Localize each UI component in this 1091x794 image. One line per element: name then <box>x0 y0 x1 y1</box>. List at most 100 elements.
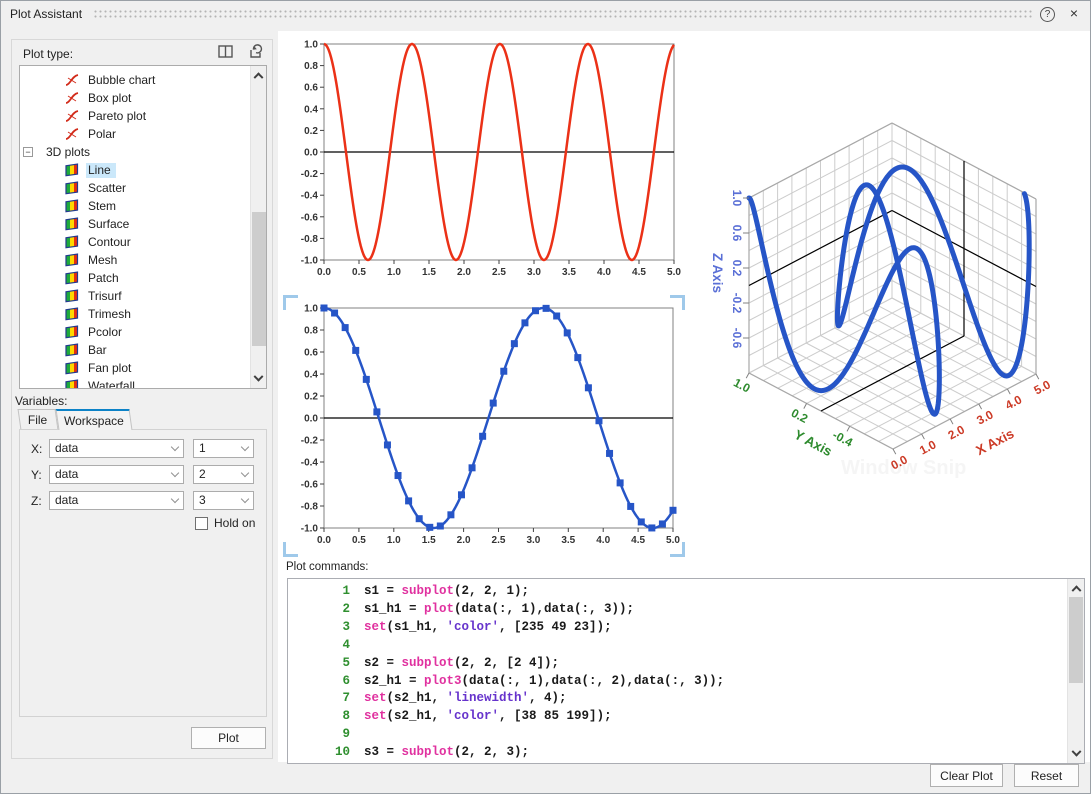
tree-item-label: Line <box>86 163 116 178</box>
code-line-2: 2s1_h1 = plot(data(:, 1),data(:, 3)); <box>288 602 1058 620</box>
x-axis-label: X Axis <box>973 426 1016 458</box>
subplot3-blue-line-chart[interactable]: 1.00.80.60.40.20.0-0.2-0.4-0.6-0.8-1.00.… <box>285 294 689 548</box>
plot2d-icon <box>64 90 80 106</box>
y-tick-label: -1.0 <box>301 256 319 267</box>
z-column-select[interactable]: 3 <box>193 491 254 510</box>
s2_h1-3d-curve <box>749 167 1029 414</box>
data-marker <box>469 464 476 471</box>
tree-scrollbar-thumb[interactable] <box>252 212 266 346</box>
data-marker <box>553 312 560 319</box>
code-line-6: 6s2_h1 = plot3(data(:, 1),data(:, 2),dat… <box>288 674 1058 692</box>
plot-assistant-dialog: Plot Assistant ? × Plot type: Bubble cha… <box>0 0 1091 794</box>
tree-item-label: Scatter <box>86 181 131 196</box>
y-variable-select[interactable]: data <box>49 465 184 484</box>
tree-item-box-plot[interactable]: Box plot <box>20 89 248 107</box>
tree-item-polar[interactable]: Polar <box>20 125 248 143</box>
tree-item-scatter[interactable]: Scatter <box>20 179 248 197</box>
z-tick-label: 1.0 <box>730 190 744 207</box>
plot3d-icon <box>64 342 80 358</box>
reset-view-icon[interactable] <box>247 43 265 61</box>
subplot1-red-line-chart[interactable]: 1.00.80.60.40.20.0-0.2-0.4-0.6-0.8-1.00.… <box>287 33 691 285</box>
code-scroll-up-icon[interactable] <box>1068 579 1084 596</box>
selection-bracket-top-left <box>283 295 298 310</box>
tree-item-pcolor[interactable]: Pcolor <box>20 323 248 341</box>
x-tick-label: 3.5 <box>561 535 575 546</box>
plot2d-icon <box>64 72 80 88</box>
data-marker <box>384 441 391 448</box>
reset-button[interactable]: Reset <box>1014 764 1079 787</box>
close-icon[interactable]: × <box>1065 4 1083 22</box>
y-tick-label: 0.6 <box>304 83 318 94</box>
subplot2-3d-line-chart[interactable]: 0.01.02.03.04.05.01.00.2-0.41.00.60.2-0.… <box>689 56 1091 501</box>
tree-item-label: Mesh <box>86 253 122 268</box>
tree-scrollbar[interactable] <box>250 66 266 388</box>
z-variable-select[interactable]: data <box>49 491 184 510</box>
x-variable-select[interactable]: data <box>49 439 184 458</box>
tree-item-label: Pcolor <box>86 325 127 340</box>
plot-commands-editor[interactable]: 1s1 = subplot(2, 2, 1);2s1_h1 = plot(dat… <box>287 578 1085 764</box>
help-icon[interactable]: ? <box>1040 7 1055 22</box>
x-tick-label: 3.0 <box>974 407 996 427</box>
tab-file[interactable]: File <box>18 409 59 430</box>
hold-on-checkbox[interactable] <box>195 517 208 530</box>
data-marker <box>363 376 370 383</box>
code-text: set(s2_h1, 'color', [38 85 199]); <box>364 709 612 723</box>
y-tick-label: 1.0 <box>304 40 318 51</box>
line-number: 2 <box>288 602 350 616</box>
tree-item-trisurf[interactable]: Trisurf <box>20 287 248 305</box>
tree-scroll-up-icon[interactable] <box>251 66 266 83</box>
tree-item-surface[interactable]: Surface <box>20 215 248 233</box>
plot-button[interactable]: Plot <box>191 727 266 749</box>
tree-item-contour[interactable]: Contour <box>20 233 248 251</box>
y-tick-label: 0.2 <box>304 392 318 403</box>
titlebar-grip[interactable] <box>93 9 1033 20</box>
tree-item-pareto-plot[interactable]: Pareto plot <box>20 107 248 125</box>
plot3d-icon <box>64 162 80 178</box>
data-marker <box>574 354 581 361</box>
x-tick-label: 4.0 <box>597 267 611 278</box>
tree-item-3d-plots[interactable]: −3D plots <box>20 143 248 161</box>
split-layout-icon[interactable] <box>217 43 235 61</box>
plot3d-icon <box>64 378 80 389</box>
clear-plot-button[interactable]: Clear Plot <box>930 764 1003 787</box>
tree-item-waterfall[interactable]: Waterfall <box>20 377 248 389</box>
tree-item-label: Surface <box>86 217 134 232</box>
x-tick-label: 2.5 <box>492 267 506 278</box>
code-scrollbar-thumb[interactable] <box>1069 597 1083 683</box>
y-tick-label: -0.4 <box>301 458 319 469</box>
window-title: Plot Assistant <box>10 7 82 21</box>
code-scroll-down-icon[interactable] <box>1068 746 1084 763</box>
x-tick-label: 5.0 <box>1031 377 1053 397</box>
tree-item-patch[interactable]: Patch <box>20 269 248 287</box>
tree-item-bar[interactable]: Bar <box>20 341 248 359</box>
tree-item-fan-plot[interactable]: Fan plot <box>20 359 248 377</box>
tab-workspace[interactable]: Workspace <box>56 409 133 430</box>
tree-item-trimesh[interactable]: Trimesh <box>20 305 248 323</box>
y-tick-label: 1.0 <box>304 304 318 315</box>
tree-item-bubble-chart[interactable]: Bubble chart <box>20 71 248 89</box>
reset-view-glyph <box>247 43 265 61</box>
tree-item-stem[interactable]: Stem <box>20 197 248 215</box>
collapse-expander-icon[interactable]: − <box>23 147 33 157</box>
data-marker <box>447 511 454 518</box>
tree-item-mesh[interactable]: Mesh <box>20 251 248 269</box>
y-column-select[interactable]: 2 <box>193 465 254 484</box>
tree-scroll-down-icon[interactable] <box>251 371 266 388</box>
z-tick-label: 0.6 <box>730 225 744 242</box>
x-field-label: X: <box>31 442 42 456</box>
x-tick-label: 0.0 <box>317 267 331 278</box>
x-tick-label: 3.0 <box>527 267 541 278</box>
y-tick-label: 0.6 <box>304 348 318 359</box>
plot2d-icon <box>64 126 80 142</box>
x-column-select[interactable]: 1 <box>193 439 254 458</box>
x-tick <box>950 419 953 424</box>
plot-type-tree[interactable]: Bubble chartBox plotPareto plotPolar−3D … <box>19 65 267 389</box>
code-scrollbar[interactable] <box>1067 579 1084 763</box>
x-tick <box>922 434 925 439</box>
code-line-7: 7set(s2_h1, 'linewidth', 4); <box>288 691 1058 709</box>
data-marker <box>426 524 433 531</box>
y-tick-label: -1.0 <box>301 524 319 535</box>
data-marker <box>585 384 592 391</box>
tree-item-label: Stem <box>86 199 121 214</box>
tree-item-line[interactable]: Line <box>20 161 248 179</box>
